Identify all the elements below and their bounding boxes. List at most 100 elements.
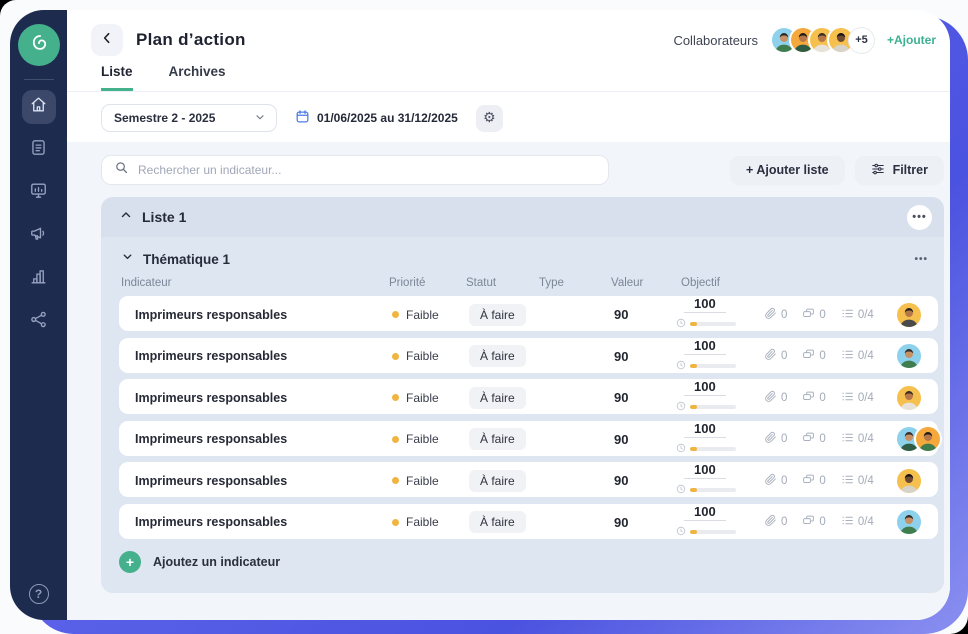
attachments-count[interactable]: 0 <box>764 348 787 364</box>
comments-count[interactable]: 0 <box>802 514 825 530</box>
period-select[interactable]: Semestre 2 - 2025 <box>101 104 277 132</box>
help-button[interactable]: ? <box>29 584 49 604</box>
objective-progress <box>676 357 736 375</box>
status-badge[interactable]: À faire <box>469 428 526 450</box>
objective-value[interactable]: 100 <box>684 296 726 313</box>
add-collaborator-link[interactable]: +Ajouter <box>887 33 936 47</box>
theme-more-button[interactable]: ••• <box>914 254 928 265</box>
add-list-button[interactable]: + Ajouter liste <box>730 156 845 185</box>
list-more-button[interactable]: ••• <box>907 205 932 230</box>
back-button[interactable] <box>91 24 123 56</box>
table-row[interactable]: Imprimeurs responsables Faible À faire 9… <box>119 379 938 414</box>
status-badge[interactable]: À faire <box>469 345 526 367</box>
attachments-count[interactable]: 0 <box>764 473 787 489</box>
list-header[interactable]: Liste 1 ••• <box>101 197 944 237</box>
table-row[interactable]: Imprimeurs responsables Faible À faire 9… <box>119 421 938 456</box>
priority-label: Faible <box>406 308 439 322</box>
priority-label: Faible <box>406 391 439 405</box>
status-badge[interactable]: À faire <box>469 387 526 409</box>
progress-bar <box>690 530 736 534</box>
settings-button[interactable]: ⚙ <box>476 105 503 132</box>
tab-archives[interactable]: Archives <box>169 64 226 91</box>
checklist-count[interactable]: 0/4 <box>841 348 874 364</box>
checklist-count[interactable]: 0/4 <box>841 431 874 447</box>
comments-count[interactable]: 0 <box>802 390 825 406</box>
sidebar-item-announcements[interactable] <box>22 219 56 253</box>
question-mark-icon: ? <box>35 587 42 601</box>
theme-header[interactable]: Thématique 1 ••• <box>101 237 944 275</box>
assignee-avatars[interactable] <box>895 467 935 495</box>
objective-value[interactable]: 100 <box>684 338 726 355</box>
attachments-count[interactable]: 0 <box>764 431 787 447</box>
value-cell[interactable]: 90 <box>614 349 684 364</box>
page-title: Plan d’action <box>136 30 246 50</box>
checklist-count[interactable]: 0/4 <box>841 514 874 530</box>
spiral-logo-icon <box>27 31 51 60</box>
objective-value[interactable]: 100 <box>684 504 726 521</box>
attachments-count[interactable]: 0 <box>764 307 787 323</box>
column-header: Priorité <box>389 277 466 289</box>
column-header: Valeur <box>611 277 681 289</box>
theme-title: Thématique 1 <box>143 252 230 267</box>
objective-progress <box>676 523 736 541</box>
collaborator-avatars[interactable] <box>770 26 855 54</box>
plus-icon: + <box>119 551 141 573</box>
objective-value[interactable]: 100 <box>684 421 726 438</box>
checklist-count[interactable]: 0/4 <box>841 307 874 323</box>
sidebar-item-network[interactable] <box>22 305 56 339</box>
objective-progress <box>676 481 736 499</box>
comments-number: 0 <box>819 433 825 445</box>
value-cell[interactable]: 90 <box>614 390 684 405</box>
search-input[interactable] <box>138 163 596 177</box>
table-row[interactable]: Imprimeurs responsables Faible À faire 9… <box>119 462 938 497</box>
objective-value[interactable]: 100 <box>684 379 726 396</box>
value-cell[interactable]: 90 <box>614 515 684 530</box>
sidebar-item-home[interactable] <box>22 90 56 124</box>
add-indicator-label: Ajoutez un indicateur <box>153 555 280 569</box>
assignee-avatars[interactable] <box>895 301 935 329</box>
progress-bar <box>690 322 736 326</box>
status-badge[interactable]: À faire <box>469 470 526 492</box>
tab-liste[interactable]: Liste <box>101 64 133 91</box>
assignee-avatars[interactable] <box>895 384 935 412</box>
clock-icon <box>676 315 686 333</box>
table-row[interactable]: Imprimeurs responsables Faible À faire 9… <box>119 504 938 539</box>
list-check-icon <box>841 348 854 364</box>
sidebar-item-documents[interactable] <box>22 133 56 167</box>
extra-collaborators-badge[interactable]: +5 <box>848 27 875 54</box>
date-range[interactable]: 01/06/2025 au 31/12/2025 <box>295 109 458 127</box>
sidebar-item-dashboard[interactable] <box>22 176 56 210</box>
table-row[interactable]: Imprimeurs responsables Faible À faire 9… <box>119 296 938 331</box>
counts-cell: 0 0 0/4 <box>764 473 895 489</box>
list-check-icon <box>841 514 854 530</box>
assignee-avatars[interactable] <box>895 508 935 536</box>
value-cell[interactable]: 90 <box>614 307 684 322</box>
checklist-count[interactable]: 0/4 <box>841 473 874 489</box>
priority-label: Faible <box>406 432 439 446</box>
comments-count[interactable]: 0 <box>802 348 825 364</box>
counts-cell: 0 0 0/4 <box>764 348 895 364</box>
indicator-name: Imprimeurs responsables <box>135 474 392 488</box>
value-cell[interactable]: 90 <box>614 473 684 488</box>
attachments-count[interactable]: 0 <box>764 390 787 406</box>
table-row[interactable]: Imprimeurs responsables Faible À faire 9… <box>119 338 938 373</box>
objective-value[interactable]: 100 <box>684 462 726 479</box>
status-badge[interactable]: À faire <box>469 304 526 326</box>
app-logo[interactable] <box>18 24 60 66</box>
priority-dot <box>392 311 399 318</box>
gear-icon: ⚙ <box>483 110 496 126</box>
indicator-name: Imprimeurs responsables <box>135 391 392 405</box>
comments-count[interactable]: 0 <box>802 307 825 323</box>
assignee-avatars[interactable] <box>895 342 935 370</box>
add-indicator-button[interactable]: + Ajoutez un indicateur <box>119 551 944 573</box>
value-cell[interactable]: 90 <box>614 432 684 447</box>
comments-count[interactable]: 0 <box>802 473 825 489</box>
comments-count[interactable]: 0 <box>802 431 825 447</box>
checklist-number: 0/4 <box>858 309 874 321</box>
sidebar-item-stats[interactable] <box>22 262 56 296</box>
checklist-count[interactable]: 0/4 <box>841 390 874 406</box>
attachments-count[interactable]: 0 <box>764 514 787 530</box>
status-badge[interactable]: À faire <box>469 511 526 533</box>
filter-button[interactable]: Filtrer <box>855 156 944 185</box>
assignee-avatars[interactable] <box>895 425 935 453</box>
